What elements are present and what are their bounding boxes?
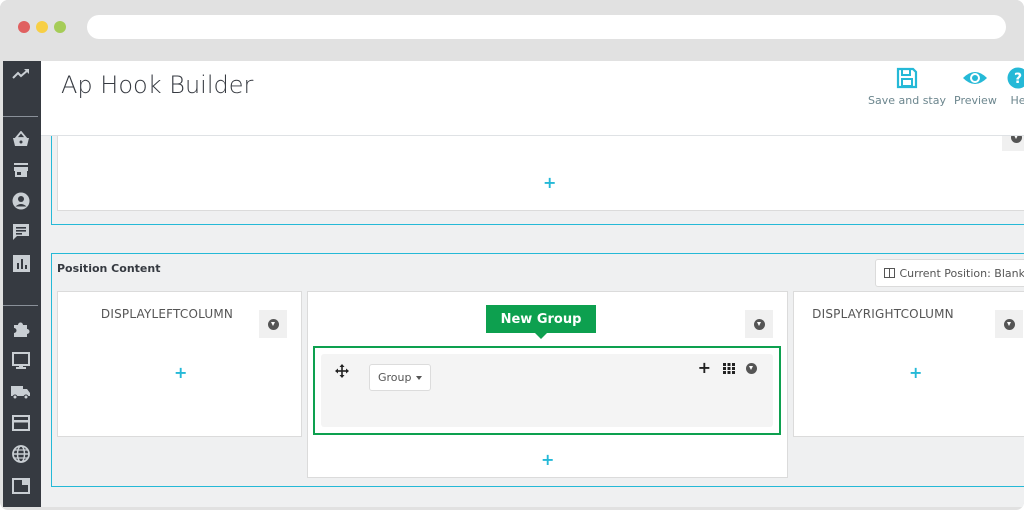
browser-window: DISPLAYNAVFULLWIDTH + Ap Hook Builder Sa… [0,0,1024,510]
account-circle-icon[interactable] [10,190,32,212]
column-title: DISPLAYRIGHTCOLUMN [812,307,954,321]
column-dropdown-button[interactable] [745,310,773,338]
column-dropdown-button[interactable] [259,310,287,338]
group-options-dropdown-icon[interactable] [746,363,757,374]
globe-icon[interactable] [10,443,32,465]
move-handle-icon[interactable] [335,364,349,378]
group-dropdown[interactable]: Group [369,364,431,391]
svg-text:?: ? [1014,71,1022,87]
store-icon[interactable] [10,159,32,181]
add-row-button[interactable]: + [174,365,187,381]
maximize-window-button[interactable] [54,21,66,33]
help-icon: ? [1007,67,1024,89]
hook-column-right: DISPLAYRIGHTCOLUMN + [793,291,1024,437]
grid-layout-icon[interactable] [723,363,735,374]
caret-down-icon [415,375,422,380]
page-viewport: DISPLAYNAVFULLWIDTH + Ap Hook Builder Sa… [3,61,1024,507]
close-window-button[interactable] [18,21,30,33]
group-row: Group + [321,354,773,427]
sidebar-divider [3,305,38,306]
eye-icon [963,72,988,84]
help-button[interactable]: ? He [1007,67,1024,107]
window-icon[interactable] [10,475,32,497]
add-row-button[interactable]: + [543,175,556,191]
preview-button[interactable]: Preview [954,67,997,107]
bar-chart-icon[interactable] [10,252,32,274]
hook-column-displaynavfullwidth: DISPLAYNAVFULLWIDTH + [57,120,1024,211]
circle-arrow-down-icon [267,318,279,330]
add-row-button[interactable]: + [541,452,554,468]
current-position-label: Current Position: Blank [899,266,1024,280]
column-dropdown-button[interactable] [995,310,1023,338]
credit-card-icon[interactable] [10,412,32,434]
minimize-window-button[interactable] [36,21,48,33]
columns-icon [884,268,896,278]
position-content-panel: Position Content Current Position: Blank… [51,253,1024,487]
new-group-highlight: Group + [313,346,781,435]
truck-icon[interactable] [10,381,32,403]
save-and-stay-button[interactable]: Save and stay [868,67,946,107]
admin-sidebar [3,61,41,507]
circle-arrow-down-icon [1003,318,1015,330]
hook-column-left: DISPLAYLEFTCOLUMN + [57,291,302,437]
circle-arrow-down-icon [753,318,765,330]
group-dropdown-label: Group [378,371,412,384]
new-group-tooltip: New Group [486,305,596,339]
current-position-button[interactable]: Current Position: Blank [875,259,1024,287]
help-label: He [1010,94,1024,107]
browser-toolbar [0,0,1024,61]
puzzle-icon[interactable] [10,318,32,340]
floppy-disk-icon [896,67,918,89]
basket-icon[interactable] [10,128,32,150]
sidebar-divider [3,116,38,117]
address-bar[interactable] [87,15,1006,39]
page-header: Ap Hook Builder Save and stay Preview ? … [41,61,1024,136]
save-and-stay-label: Save and stay [868,94,946,107]
trending-up-icon[interactable] [10,63,32,85]
add-row-button[interactable]: + [909,365,922,381]
add-column-button[interactable]: + [698,360,711,376]
page-title: Ap Hook Builder [61,71,254,99]
desktop-icon[interactable] [10,350,32,372]
preview-label: Preview [954,94,997,107]
message-icon[interactable] [10,221,32,243]
panel-title: Position Content [57,262,161,275]
